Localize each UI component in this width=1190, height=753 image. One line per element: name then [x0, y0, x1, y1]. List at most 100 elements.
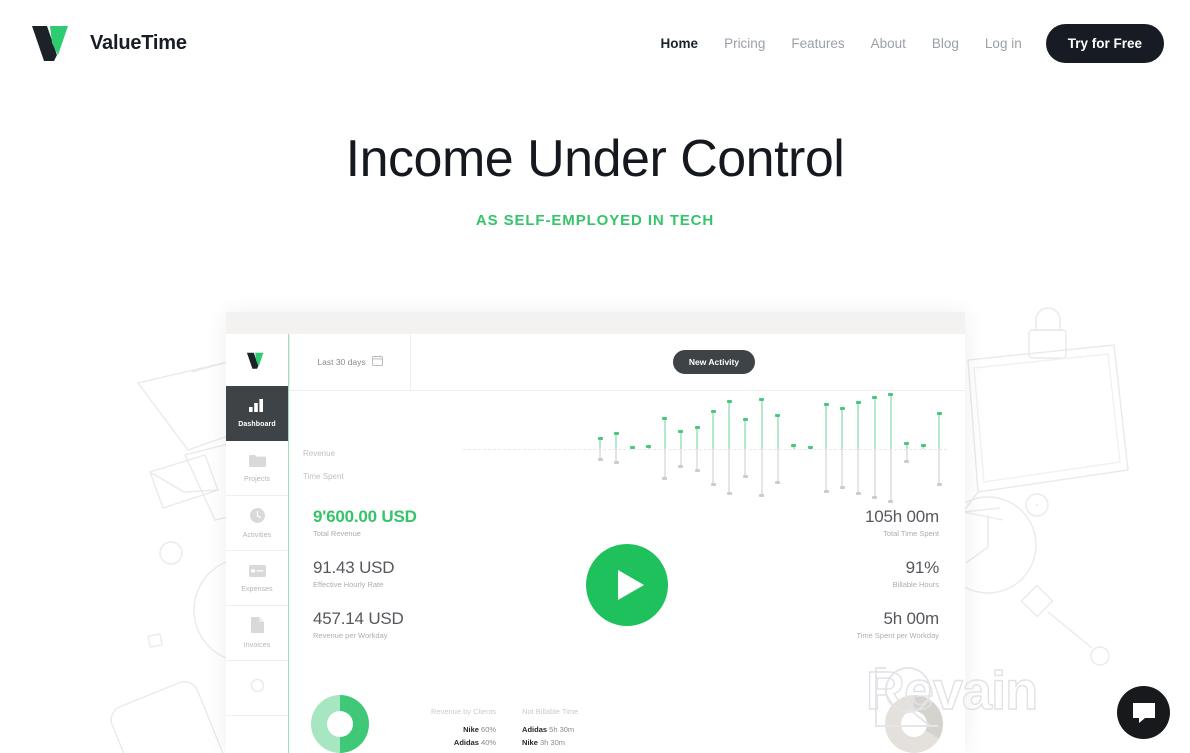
- chart-stem: [544, 395, 560, 503]
- date-range-selector[interactable]: Last 30 days: [289, 334, 411, 390]
- stem-time-spent: [662, 449, 668, 480]
- calendar-icon: [371, 353, 383, 371]
- stem-revenue: [791, 444, 797, 449]
- brand-name: ValueTime: [90, 31, 187, 54]
- valuetime-v-logo-icon: [246, 352, 264, 369]
- dashboard-toolbar: Last 30 days New Activity: [289, 334, 965, 391]
- stem-revenue: [888, 393, 894, 449]
- chart-stem: [641, 395, 657, 503]
- sidebar-item-partial[interactable]: [226, 661, 288, 716]
- chart-stem: [705, 395, 721, 503]
- watermark-text: Revain: [865, 660, 1038, 721]
- chart-stem: [721, 395, 737, 503]
- brand-logo[interactable]: ValueTime: [30, 23, 187, 63]
- chart-stem: [608, 395, 624, 503]
- chart-stem: [915, 395, 931, 503]
- chat-support-button[interactable]: [1117, 686, 1170, 739]
- nav-item-home[interactable]: Home: [661, 36, 699, 51]
- chart-stem: [867, 395, 883, 503]
- legend-row-name: Adidas: [522, 725, 548, 734]
- sidebar-logo[interactable]: [226, 334, 288, 386]
- stem-revenue: [662, 416, 668, 449]
- top-navigation-bar: ValueTime Home Pricing Features About Bl…: [0, 0, 1190, 86]
- dashboard-sidebar: Dashboard Projects Activities Expenses I…: [226, 334, 289, 753]
- chart-stem: [931, 395, 947, 503]
- revenue-time-chart: Revenue Time Spent: [289, 391, 965, 503]
- kpi-total-time-spent: 105h 00m Total Time Spent: [856, 507, 939, 538]
- stem-revenue: [694, 426, 700, 449]
- legend-wrap: Revenue by Clients Nike 60% Adidas 40% N…: [431, 707, 578, 751]
- nav-item-login[interactable]: Log in: [985, 36, 1022, 51]
- legend-heading: Not Billable Time: [522, 707, 579, 716]
- sidebar-item-expenses[interactable]: Expenses: [226, 551, 288, 606]
- sidebar-item-dashboard[interactable]: Dashboard: [226, 386, 288, 441]
- legend-heading: Revenue by Clients: [431, 707, 497, 716]
- chart-stems: [463, 393, 947, 503]
- chart-stem: [479, 395, 495, 503]
- kpi-column-left: 9'600.00 USD Total Revenue 91.43 USD Eff…: [313, 507, 417, 660]
- stem-revenue: [597, 436, 603, 449]
- legend-row-value: 40%: [481, 738, 497, 747]
- chart-stem: [786, 395, 802, 503]
- nav-item-features[interactable]: Features: [791, 36, 844, 51]
- stem-revenue: [710, 410, 716, 449]
- stem-revenue: [629, 446, 635, 449]
- chart-stem: [818, 395, 834, 503]
- chart-stem: [560, 395, 576, 503]
- stem-time-spent: [936, 449, 942, 486]
- chart-stem: [689, 395, 705, 503]
- stem-time-spent: [742, 449, 748, 478]
- kpi-value: 91%: [905, 558, 940, 577]
- dashboard-window-strip: [226, 312, 965, 334]
- stem-time-spent: [710, 449, 716, 486]
- valuetime-v-logo-icon: [32, 26, 68, 61]
- kpi-label: Revenue per Workday: [313, 631, 388, 640]
- chart-stem: [737, 395, 753, 503]
- stem-revenue: [855, 400, 861, 449]
- landing-page: ValueTime Home Pricing Features About Bl…: [0, 0, 1190, 753]
- folder-icon: [248, 454, 266, 472]
- hero-section: Income Under Control AS SELF-EMPLOYED IN…: [0, 130, 1190, 229]
- stem-time-spent: [839, 449, 845, 490]
- hero-subtitle: AS SELF-EMPLOYED IN TECH: [475, 211, 715, 229]
- stem-revenue: [775, 413, 781, 449]
- stem-time-spent: [872, 449, 878, 499]
- clock-icon: [249, 507, 265, 528]
- stem-revenue: [726, 399, 732, 449]
- sidebar-item-projects[interactable]: Projects: [226, 441, 288, 496]
- chart-stem: [511, 395, 527, 503]
- kpi-section: 9'600.00 USD Total Revenue 91.43 USD Eff…: [289, 503, 965, 695]
- chart-stem: [770, 395, 786, 503]
- legend-row-value: 3h 30m: [539, 738, 566, 747]
- date-range-label: Last 30 days: [317, 357, 366, 367]
- bar-chart-icon: [249, 398, 265, 417]
- new-activity-button[interactable]: New Activity: [672, 350, 756, 374]
- kpi-value: 91.43 USD: [313, 558, 395, 577]
- stem-revenue: [807, 446, 813, 449]
- nav-item-blog[interactable]: Blog: [932, 36, 959, 51]
- kpi-value: 105h 00m: [864, 507, 939, 526]
- sidebar-item-invoices[interactable]: Invoices: [226, 606, 288, 661]
- stem-revenue: [872, 396, 878, 449]
- kpi-effective-hourly-rate: 91.43 USD Effective Hourly Rate: [313, 558, 417, 589]
- legend-row-name: Nike: [522, 738, 538, 747]
- kpi-value: 9'600.00 USD: [313, 507, 417, 526]
- legend-row: Adidas 40%: [431, 738, 496, 747]
- play-video-button[interactable]: [586, 544, 668, 626]
- nav-item-about[interactable]: About: [871, 36, 906, 51]
- nav-links: Home Pricing Features About Blog Log in: [661, 36, 1022, 51]
- try-for-free-button[interactable]: Try for Free: [1045, 23, 1164, 63]
- chart-stem: [834, 395, 850, 503]
- chart-stem: [899, 395, 915, 503]
- stem-revenue: [759, 398, 765, 449]
- nav-item-pricing[interactable]: Pricing: [724, 36, 765, 51]
- sidebar-item-label: Invoices: [243, 642, 271, 649]
- legend-row-name: Adidas: [453, 738, 479, 747]
- sidebar-item-activities[interactable]: Activities: [226, 496, 288, 551]
- kpi-label: Total Revenue: [313, 529, 361, 538]
- chart-stem: [883, 393, 899, 503]
- kpi-value: 5h 00m: [883, 609, 939, 628]
- charts-row: Revenue by Clients Nike 60% Adidas 40% N…: [289, 695, 965, 753]
- sidebar-item-label: Expenses: [241, 585, 273, 593]
- stem-time-spent: [694, 449, 700, 473]
